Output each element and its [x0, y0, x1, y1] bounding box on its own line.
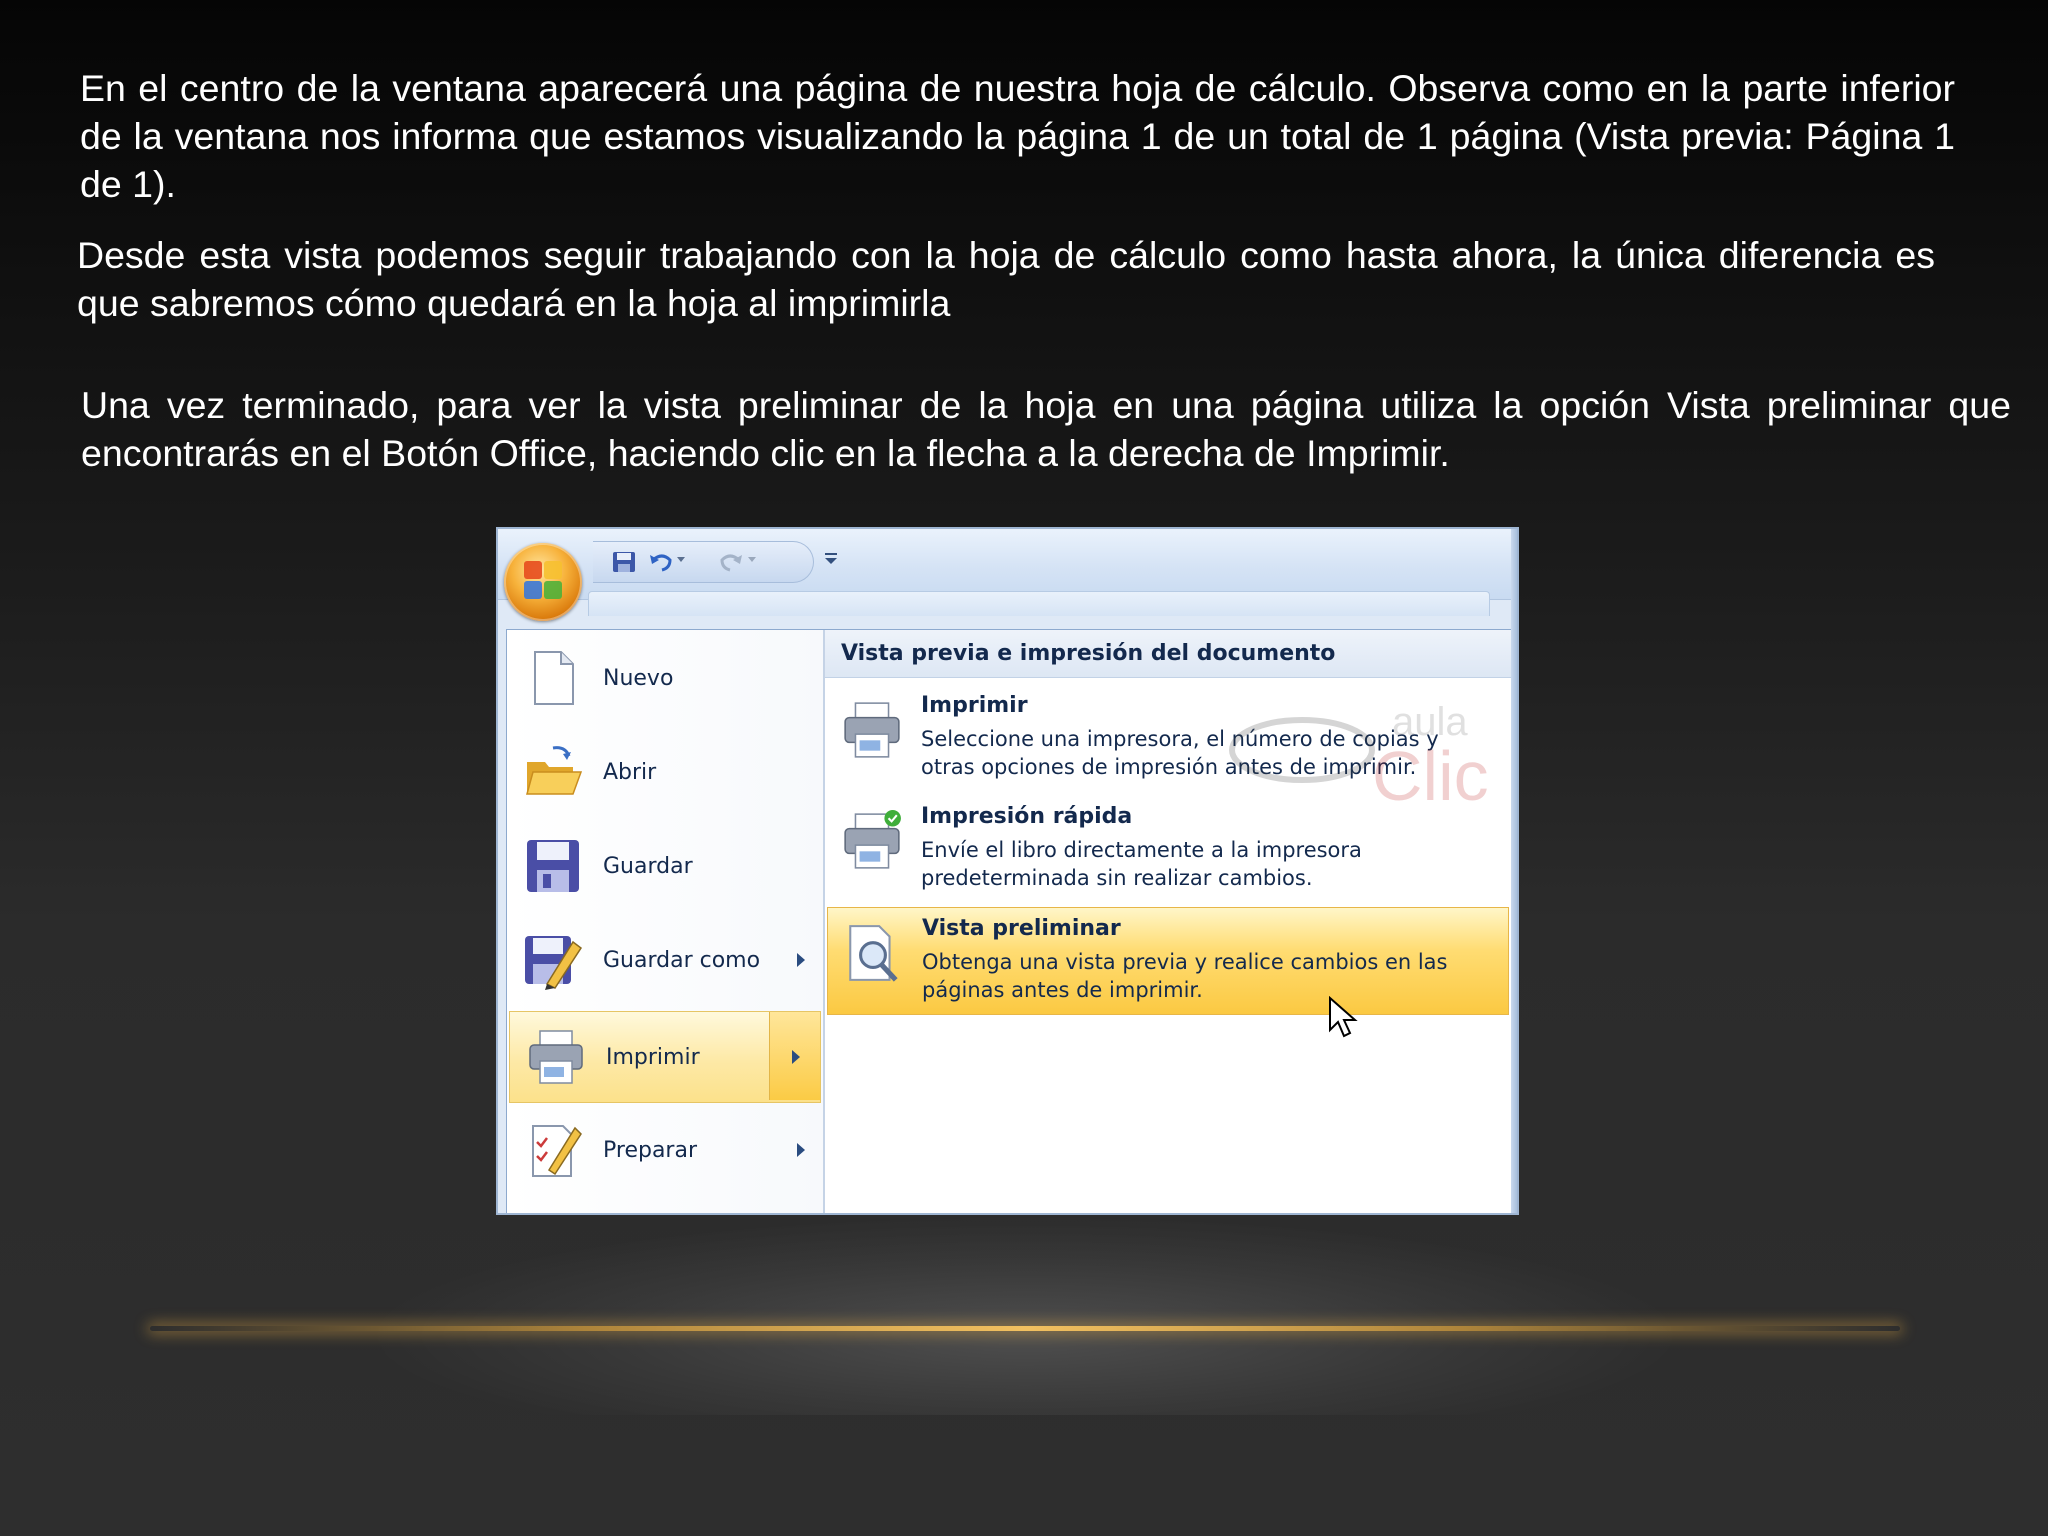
- menu-item-nuevo[interactable]: Nuevo: [507, 633, 823, 723]
- open-folder-icon: [526, 746, 583, 795]
- undo-icon[interactable]: [648, 550, 674, 574]
- new-document-icon: [534, 651, 574, 705]
- instruction-paragraph: Una vez terminado, para ver la vista pre…: [81, 384, 2011, 474]
- office-menu-screenshot: Nuevo Abrir Guardar Guardar como Imprimi…: [496, 527, 1519, 1215]
- quick-access-toolbar: [593, 541, 814, 583]
- submenu-item-description: Seleccione una impresora, el número de c…: [921, 727, 1439, 779]
- customize-dropdown-arrow-icon: [825, 558, 837, 564]
- prepare-icon: [532, 1125, 582, 1177]
- submenu-item-title: Vista preliminar: [922, 916, 1121, 941]
- menu-item-label: Abrir: [603, 759, 657, 785]
- save-disk-icon: [527, 840, 579, 892]
- print-preview-icon: [849, 925, 898, 982]
- menu-item-guardar-como[interactable]: Guardar como: [507, 915, 823, 1005]
- window-frame-right: [1511, 529, 1517, 1213]
- save-as-icon: [525, 936, 583, 990]
- customize-dropdown-icon[interactable]: [825, 553, 837, 555]
- menu-item-label: Imprimir: [606, 1044, 700, 1070]
- submenu-item-impresion-rapida[interactable]: Impresión rápida Envíe el libro directam…: [827, 796, 1509, 904]
- undo-dropdown-icon[interactable]: [677, 557, 685, 562]
- menu-item-label: Guardar: [603, 853, 693, 879]
- office-menu: Nuevo Abrir Guardar Guardar como Imprimi…: [506, 629, 1513, 1213]
- menu-item-preparar[interactable]: Preparar: [507, 1105, 823, 1195]
- printer-icon: [844, 702, 900, 758]
- ribbon-tabs-strip: [588, 591, 1490, 616]
- menu-item-label: Nuevo: [603, 665, 674, 691]
- submenu-item-title: Imprimir: [921, 693, 1028, 718]
- menu-item-imprimir[interactable]: Imprimir: [509, 1011, 821, 1103]
- submenu-arrow-icon: [797, 1143, 805, 1157]
- menu-item-guardar[interactable]: Guardar: [507, 821, 823, 911]
- office-logo-icon: [524, 561, 562, 599]
- quick-print-icon: [844, 810, 901, 869]
- submenu-item-description: Envíe el libro directamente a la impreso…: [921, 838, 1362, 890]
- submenu-item-vista-preliminar[interactable]: Vista preliminar Obtenga una vista previ…: [827, 907, 1509, 1015]
- submenu-item-imprimir[interactable]: Imprimir Seleccione una impresora, el nú…: [827, 685, 1509, 793]
- menu-item-label: Preparar: [603, 1137, 697, 1163]
- menu-item-label: Guardar como: [603, 947, 761, 973]
- submenu-item-title: Impresión rápida: [921, 804, 1133, 829]
- submenu-arrow-icon: [797, 953, 805, 967]
- submenu-arrow-icon: [792, 1050, 800, 1064]
- mouse-cursor-icon: [1329, 996, 1358, 1038]
- submenu-item-description: Obtenga una vista previa y realice cambi…: [922, 950, 1448, 1002]
- gold-divider-line: [150, 1326, 1900, 1331]
- redo-dropdown-icon[interactable]: [748, 557, 756, 562]
- office-button[interactable]: [504, 543, 582, 621]
- printer-icon: [529, 1030, 583, 1084]
- intro-paragraph: En el centro de la ventana aparecerá una…: [80, 67, 1955, 205]
- explanation-paragraph: Desde esta vista podemos seguir trabajan…: [77, 234, 1935, 324]
- save-icon[interactable]: [611, 550, 637, 574]
- submenu-header: Vista previa e impresión del documento: [825, 630, 1511, 678]
- redo-icon[interactable]: [718, 550, 744, 574]
- title-bar: [498, 529, 1517, 616]
- stage-glow: [360, 1215, 1690, 1415]
- office-menu-commands: Nuevo Abrir Guardar Guardar como Imprimi…: [507, 630, 825, 1213]
- menu-item-abrir[interactable]: Abrir: [507, 727, 823, 817]
